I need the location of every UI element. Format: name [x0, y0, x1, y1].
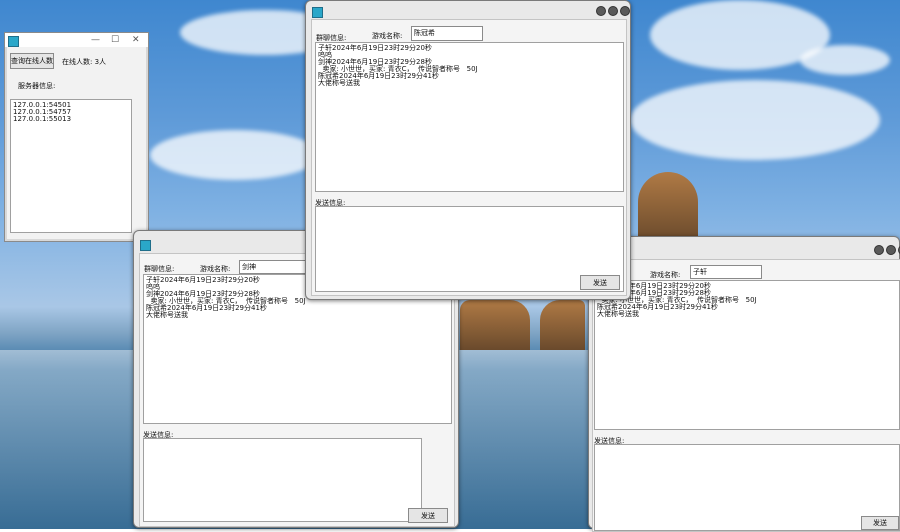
server-info-label: 服务器信息: [18, 82, 56, 90]
window-button-icon[interactable] [874, 245, 884, 255]
window-button-icon[interactable] [608, 6, 618, 16]
chat-line: 陈冠希2024年6月19日23时29分41秒 [146, 304, 267, 312]
game-name-label: 游戏名称: [650, 271, 681, 279]
address-item: 127.0.0.1:55013 [13, 115, 72, 123]
window-button-icon[interactable] [886, 245, 896, 255]
chat-line: 大佬称号送我 [597, 310, 639, 318]
chat-line: 子轩2024年6月19日23时29分20秒 [318, 44, 432, 52]
game-name-label: 游戏名称: [372, 32, 403, 40]
chat-window-top: 群聊信息: 游戏名称: 陈冠希 子轩2024年6月19日23时29分20秒 呜呜… [305, 0, 631, 300]
game-name-field[interactable]: 子轩 [690, 265, 762, 279]
cloud [800, 45, 890, 75]
cliff [460, 300, 530, 350]
minimize-icon[interactable]: — [91, 35, 100, 45]
chat-line: 大佬称号送我 [318, 79, 360, 87]
chat-history[interactable]: 子轩2024年6月19日23时29分20秒 剑神2024年6月19日23时29分… [594, 280, 900, 430]
game-name-field[interactable]: 陈冠希 [411, 26, 483, 41]
chat-client-area: 游戏名称: 子轩 子轩2024年6月19日23时29分20秒 剑神2024年6月… [592, 259, 900, 532]
online-count-label: 在线人数: 3人 [62, 58, 107, 66]
window-button-icon[interactable] [620, 6, 630, 16]
chat-line: 大佬称号送我 [146, 311, 188, 319]
window-button-icon[interactable] [596, 6, 606, 16]
cliff [638, 172, 698, 242]
chat-line: 陈冠希2024年6月19日23时29分41秒 [318, 72, 439, 80]
app-icon [140, 240, 151, 251]
window-controls [874, 245, 900, 255]
maximize-icon[interactable]: ☐ [111, 35, 119, 45]
cloud [150, 130, 320, 180]
group-chat-label: 群聊信息: [144, 265, 175, 273]
send-button[interactable]: 发送 [861, 516, 899, 530]
server-address-list[interactable]: 127.0.0.1:54501 127.0.0.1:54757 127.0.0.… [10, 99, 132, 233]
app-icon [312, 7, 323, 18]
server-window-titlebar: — ☐ ✕ [5, 33, 148, 47]
message-input[interactable] [315, 206, 624, 292]
send-button[interactable]: 发送 [408, 508, 448, 523]
chat-history[interactable]: 子轩2024年6月19日23时29分20秒 呜呜 剑神2024年6月19日23时… [315, 42, 624, 192]
chat-line: 陈冠希2024年6月19日23时29分41秒 [597, 303, 718, 311]
cloud [630, 80, 880, 160]
chat-window-right: 游戏名称: 子轩 子轩2024年6月19日23时29分20秒 剑神2024年6月… [588, 236, 900, 532]
server-window: — ☐ ✕ 查询在线人数 在线人数: 3人 服务器信息: 127.0.0.1:5… [4, 32, 149, 242]
query-online-button[interactable]: 查询在线人数 [10, 53, 54, 69]
chat-client-area: 群聊信息: 游戏名称: 陈冠希 子轩2024年6月19日23时29分20秒 呜呜… [311, 19, 627, 296]
send-button[interactable]: 发送 [580, 275, 620, 290]
game-name-label: 游戏名称: [200, 265, 231, 273]
message-input[interactable] [594, 444, 900, 531]
window-controls [596, 6, 630, 16]
game-name-field[interactable]: 剑神 [239, 260, 314, 274]
message-input[interactable] [143, 438, 422, 522]
close-icon[interactable]: ✕ [132, 35, 140, 45]
cliff [540, 300, 585, 350]
app-icon [8, 36, 19, 47]
